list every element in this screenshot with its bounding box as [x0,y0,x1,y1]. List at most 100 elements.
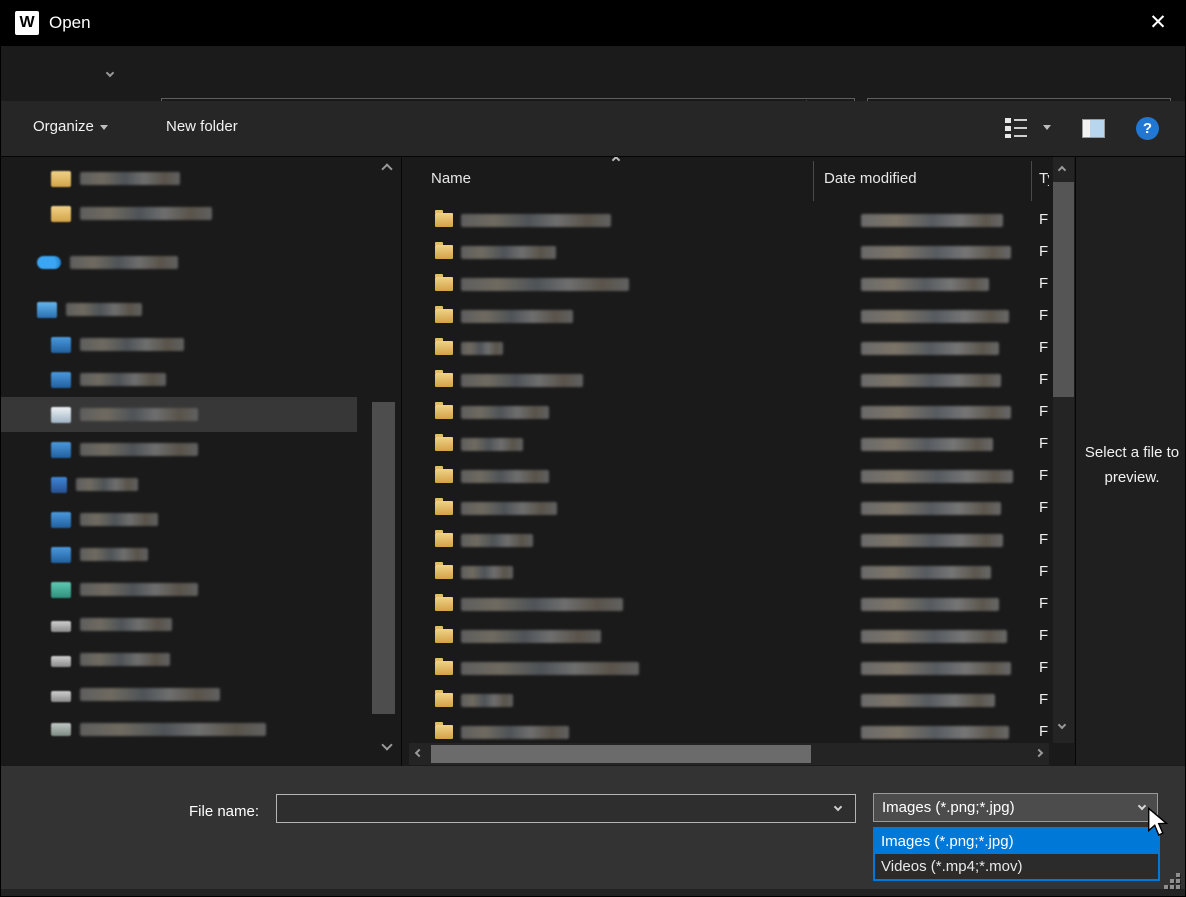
folder-icon [435,277,453,291]
column-date-modified[interactable]: Date modified [824,170,917,187]
horizontal-scrollbar-thumb[interactable] [431,745,811,763]
redacted-label [80,172,180,185]
scroll-right-icon[interactable] [1035,749,1043,757]
scroll-up-icon[interactable] [1058,166,1066,174]
file-row[interactable]: F [409,621,1049,653]
redacted-date-modified [861,438,993,451]
column-type[interactable]: Ty [1039,170,1049,187]
sidebar-item[interactable] [1,502,357,537]
file-type-cell: F [1039,403,1048,420]
drive-gray-icon [51,691,71,702]
preview-pane-icon[interactable] [1082,119,1105,138]
redacted-date-modified [861,726,1009,739]
redacted-date-modified [861,342,999,355]
file-row[interactable]: F [409,397,1049,429]
file-row[interactable]: F [409,461,1049,493]
file-type-cell: F [1039,243,1048,260]
redacted-file-name [461,342,503,355]
organize-label: Organize [33,118,94,135]
redacted-date-modified [861,406,1011,419]
sidebar-item[interactable] [1,607,357,642]
file-row[interactable]: F [409,653,1049,685]
sidebar-scrollbar-thumb[interactable] [372,402,395,714]
sidebar-item[interactable] [1,677,357,712]
file-row[interactable]: F [409,493,1049,525]
redacted-file-name [461,246,556,259]
redacted-label [76,478,138,491]
redacted-date-modified [861,694,995,707]
file-type-cell: F [1039,275,1048,292]
file-row[interactable]: F [409,237,1049,269]
blue-icon [51,442,71,458]
new-folder-label: New folder [166,118,238,135]
sidebar-item[interactable] [1,432,357,467]
list-horizontal-scrollbar[interactable] [409,743,1049,765]
file-name-input[interactable] [276,794,856,823]
redacted-file-name [461,278,629,291]
close-icon[interactable]: ✕ [1141,7,1175,39]
file-row[interactable]: F [409,717,1049,743]
command-toolbar: Organize New folder ? [1,101,1186,156]
window-bottom-edge [1,889,1186,897]
redacted-date-modified [861,246,1011,259]
file-row[interactable]: F [409,525,1049,557]
redacted-label [70,256,178,269]
redacted-label [80,688,220,701]
file-type-option[interactable]: Images (*.png;*.jpg) [875,829,1158,854]
list-scrollbar-thumb[interactable] [1053,182,1074,397]
help-icon[interactable]: ? [1136,117,1159,140]
column-name[interactable]: Name [431,170,471,187]
file-type-option[interactable]: Videos (*.mp4;*.mov) [875,854,1158,879]
list-vertical-scrollbar[interactable] [1053,157,1074,743]
file-row[interactable]: F [409,685,1049,717]
file-row[interactable]: F [409,205,1049,237]
column-divider[interactable] [813,161,814,201]
light-icon [51,407,71,423]
file-row[interactable]: F [409,557,1049,589]
caret-down-icon [100,125,108,130]
preview-message: Select a file to preview. [1082,440,1182,490]
file-type-select[interactable]: Images (*.png;*.jpg) [873,793,1158,822]
drive-gray-icon [51,656,71,667]
change-view-icon[interactable] [1005,117,1027,139]
drive-gray-icon [51,621,71,632]
sidebar-item[interactable] [1,161,357,196]
sidebar-item[interactable] [1,572,357,607]
blue-icon [51,512,71,528]
file-row[interactable]: F [409,333,1049,365]
sidebar-item[interactable] [1,292,357,327]
sidebar-scrollbar[interactable] [375,157,398,767]
sidebar-item[interactable] [1,467,357,502]
sidebar-item[interactable] [1,196,357,231]
scroll-left-icon[interactable] [415,749,423,757]
sidebar-item[interactable] [1,245,357,280]
column-divider[interactable] [1031,161,1032,201]
recent-locations-icon[interactable] [106,69,114,77]
redacted-label [80,618,172,631]
folder-icon [435,693,453,707]
file-row[interactable]: F [409,429,1049,461]
sidebar-item[interactable] [1,327,357,362]
sidebar-item[interactable] [1,642,357,677]
file-rows: F F F F F F F F [409,205,1049,743]
folder-icon [435,437,453,451]
new-folder-button[interactable]: New folder [166,118,238,135]
sidebar-item[interactable] [1,537,357,572]
word-app-icon: W [15,11,39,35]
sidebar-item[interactable] [1,712,357,747]
redacted-file-name [461,374,583,387]
resize-grip[interactable] [1164,873,1182,891]
file-row[interactable]: F [409,301,1049,333]
sidebar-item[interactable] [1,397,357,432]
organize-button[interactable]: Organize [33,118,108,135]
folder-icon [435,597,453,611]
scroll-down-icon[interactable] [1058,721,1066,729]
file-row[interactable]: F [409,365,1049,397]
view-options-caret-icon[interactable] [1043,125,1051,130]
sidebar-item[interactable] [1,362,357,397]
redacted-label [80,723,266,736]
file-row[interactable]: F [409,589,1049,621]
redacted-date-modified [861,534,1003,547]
file-name-dropdown-icon[interactable] [834,803,842,811]
file-row[interactable]: F [409,269,1049,301]
